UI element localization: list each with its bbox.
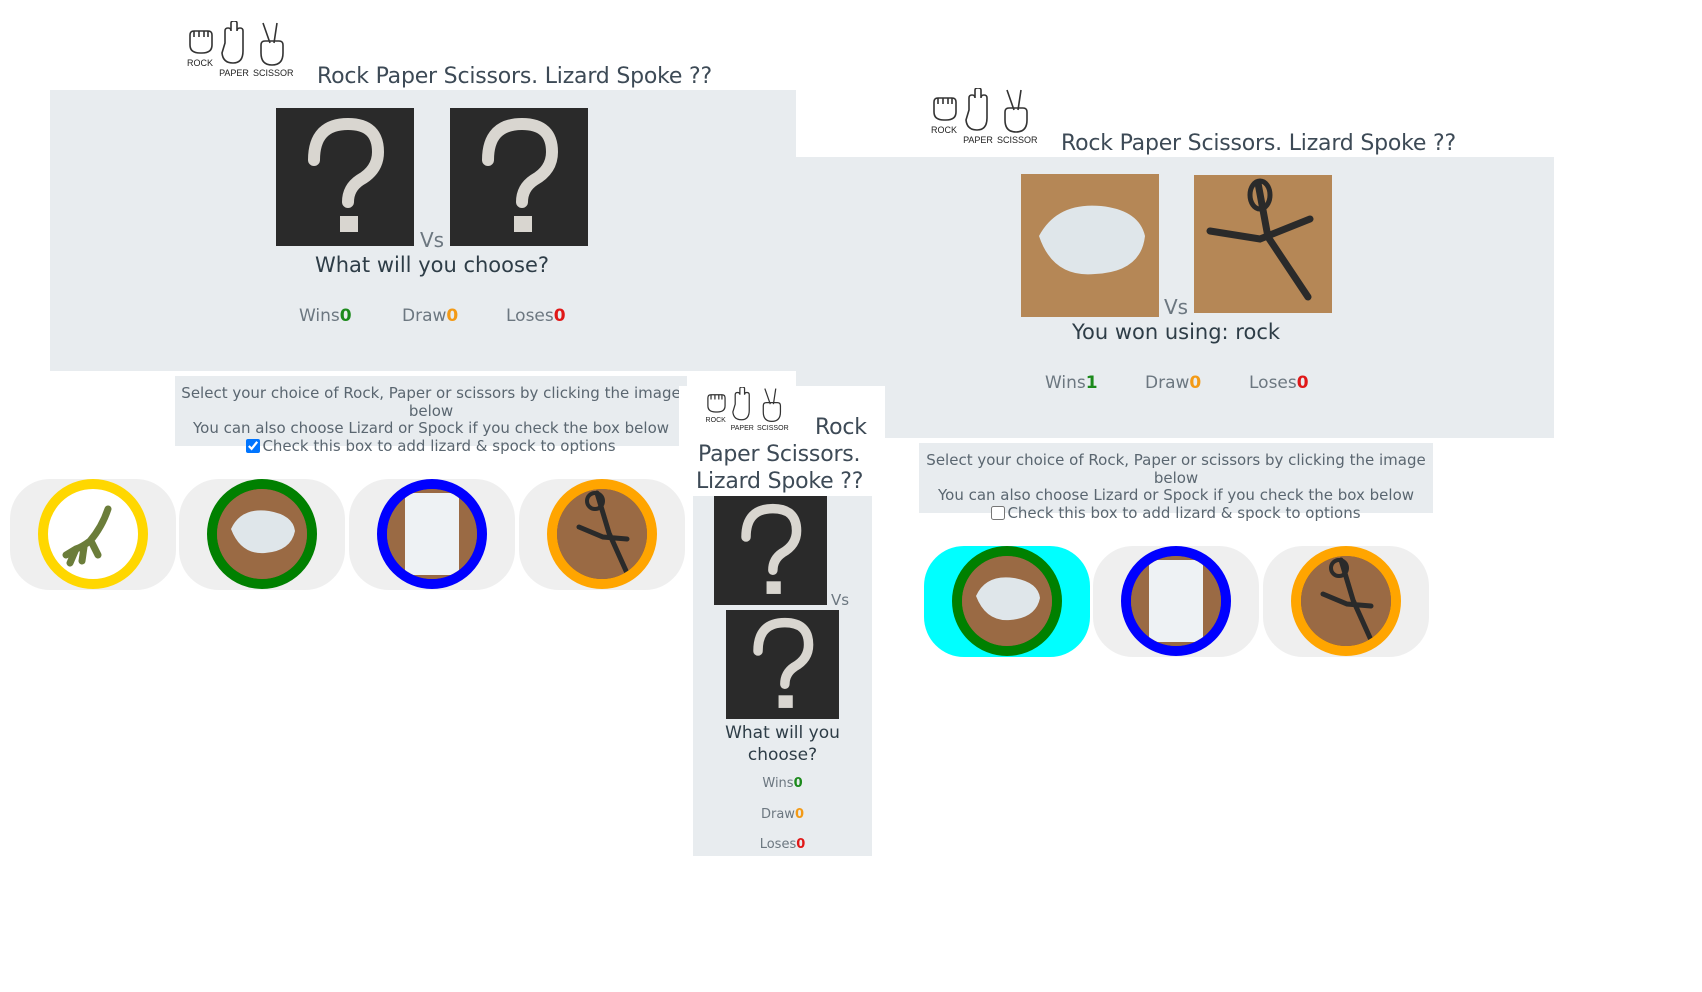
computer-choice-image [450,108,588,246]
draw-label: Draw [402,306,447,326]
result-message: You won using: rock [1071,320,1281,344]
loses-label: Loses [1249,373,1297,393]
instructions-line-2: You can also choose Lizard or Spock if y… [192,419,670,437]
wins-score: Wins1 [1045,373,1098,393]
logo-scissor-label: SCISSOR [253,68,294,78]
loses-count: 0 [1296,373,1309,393]
scissor-hand-icon: SCISSOR [253,21,294,78]
instructions-box: Select your choice of Rock, Paper or sci… [175,376,687,454]
draw-count: 0 [446,306,459,326]
rps-logo: ROCK PAPER SCISSOR [929,88,1038,145]
draw-count: 0 [794,807,804,822]
player-choice-image [1021,174,1159,317]
wins-count: 0 [793,776,803,791]
loses-count: 0 [796,837,806,852]
lizard-spock-checkbox[interactable] [991,505,1006,520]
paper-hand-icon: PAPER [219,21,249,78]
result-message-line-2: choose? [747,745,818,765]
loses-score: Loses0 [693,837,872,852]
logo-rock-label: ROCK [705,415,726,424]
player-choice-image [276,108,414,246]
loses-score: Loses0 [1249,373,1309,393]
wins-count: 0 [339,306,352,326]
checkbox-label: Check this box to add lizard & spock to … [1007,503,1361,522]
checkbox-label: Check this box to add lizard & spock to … [262,436,616,455]
loses-score: Loses0 [506,306,566,326]
choice-lizard-button[interactable] [10,479,176,590]
choice-rock-button[interactable] [924,546,1090,657]
choice-paper-button[interactable] [349,479,515,590]
computer-choice-image [1194,175,1332,313]
choice-scissors-button[interactable] [1263,546,1429,657]
loses-label: Loses [759,837,797,852]
result-message-line-1: What will you [725,723,840,743]
player-choice-image [714,496,827,605]
logo-rock-label: ROCK [186,58,213,68]
page-title: Rock Paper Scissors. Lizard Spoke ?? [1061,131,1456,156]
rock-hand-icon: ROCK [185,21,215,78]
draw-score: Draw0 [693,807,872,822]
paper-image[interactable] [1121,546,1231,656]
computer-choice-image [726,610,839,719]
loses-label: Loses [506,306,554,326]
rock-hand-icon: ROCK [704,387,727,431]
logo-scissor-label: SCISSOR [757,423,789,432]
wins-count: 1 [1085,373,1098,393]
logo-paper-label: PAPER [963,135,993,145]
choice-paper-button[interactable] [1093,546,1259,657]
vs-label: Vs [420,228,445,252]
page-title-line-3: Lizard Spoke ?? [696,469,864,494]
paper-hand-icon: PAPER [731,387,754,431]
draw-score: Draw0 [1145,373,1201,393]
lizard-spock-checkbox[interactable] [246,438,261,453]
page-title-line-2: Paper Scissors. [698,442,861,467]
page-title: Rock Paper Scissors. Lizard Spoke ?? [317,64,712,89]
rock-image[interactable] [207,479,317,589]
draw-count: 0 [1189,373,1202,393]
paper-image[interactable] [377,479,487,589]
choice-scissors-button[interactable] [519,479,685,590]
instructions-line-1: Select your choice of Rock, Paper or sci… [181,384,681,420]
logo-scissor-label: SCISSOR [997,135,1038,145]
wins-score: Wins0 [693,776,872,791]
loses-count: 0 [553,306,566,326]
wins-label: Wins [299,306,340,326]
rps-logo: ROCK PAPER SCISSOR [185,21,294,78]
draw-label: Draw [1145,373,1190,393]
wins-score: Wins0 [299,306,352,326]
page-title-line-1: Rock [815,415,867,440]
choice-rock-button[interactable] [179,479,345,590]
wins-label: Wins [762,776,794,791]
instructions-line-1: Select your choice of Rock, Paper or sci… [926,451,1426,487]
draw-label: Draw [760,807,795,822]
instructions-box: Select your choice of Rock, Paper or sci… [919,443,1433,521]
logo-paper-label: PAPER [730,423,754,432]
scissor-hand-icon: SCISSOR [757,387,789,431]
rps-logo: ROCK PAPER SCISSOR [704,387,789,431]
wins-label: Wins [1045,373,1086,393]
scissors-image[interactable] [547,479,657,589]
result-message: What will you choose? [314,253,550,277]
lizard-image[interactable] [38,479,148,589]
rock-hand-icon: ROCK [929,88,959,145]
vs-label: Vs [1164,295,1189,319]
logo-rock-label: ROCK [930,125,957,135]
lizard-spock-toggle[interactable]: Check this box to add lizard & spock to … [175,436,687,456]
lizard-spock-toggle[interactable]: Check this box to add lizard & spock to … [919,503,1433,523]
logo-paper-label: PAPER [219,68,249,78]
paper-hand-icon: PAPER [963,88,993,145]
rock-image[interactable] [952,546,1062,656]
instructions-line-2: You can also choose Lizard or Spock if y… [937,486,1415,504]
scissor-hand-icon: SCISSOR [997,88,1038,145]
scissors-image[interactable] [1291,546,1401,656]
draw-score: Draw0 [402,306,458,326]
vs-label: Vs [831,591,850,609]
